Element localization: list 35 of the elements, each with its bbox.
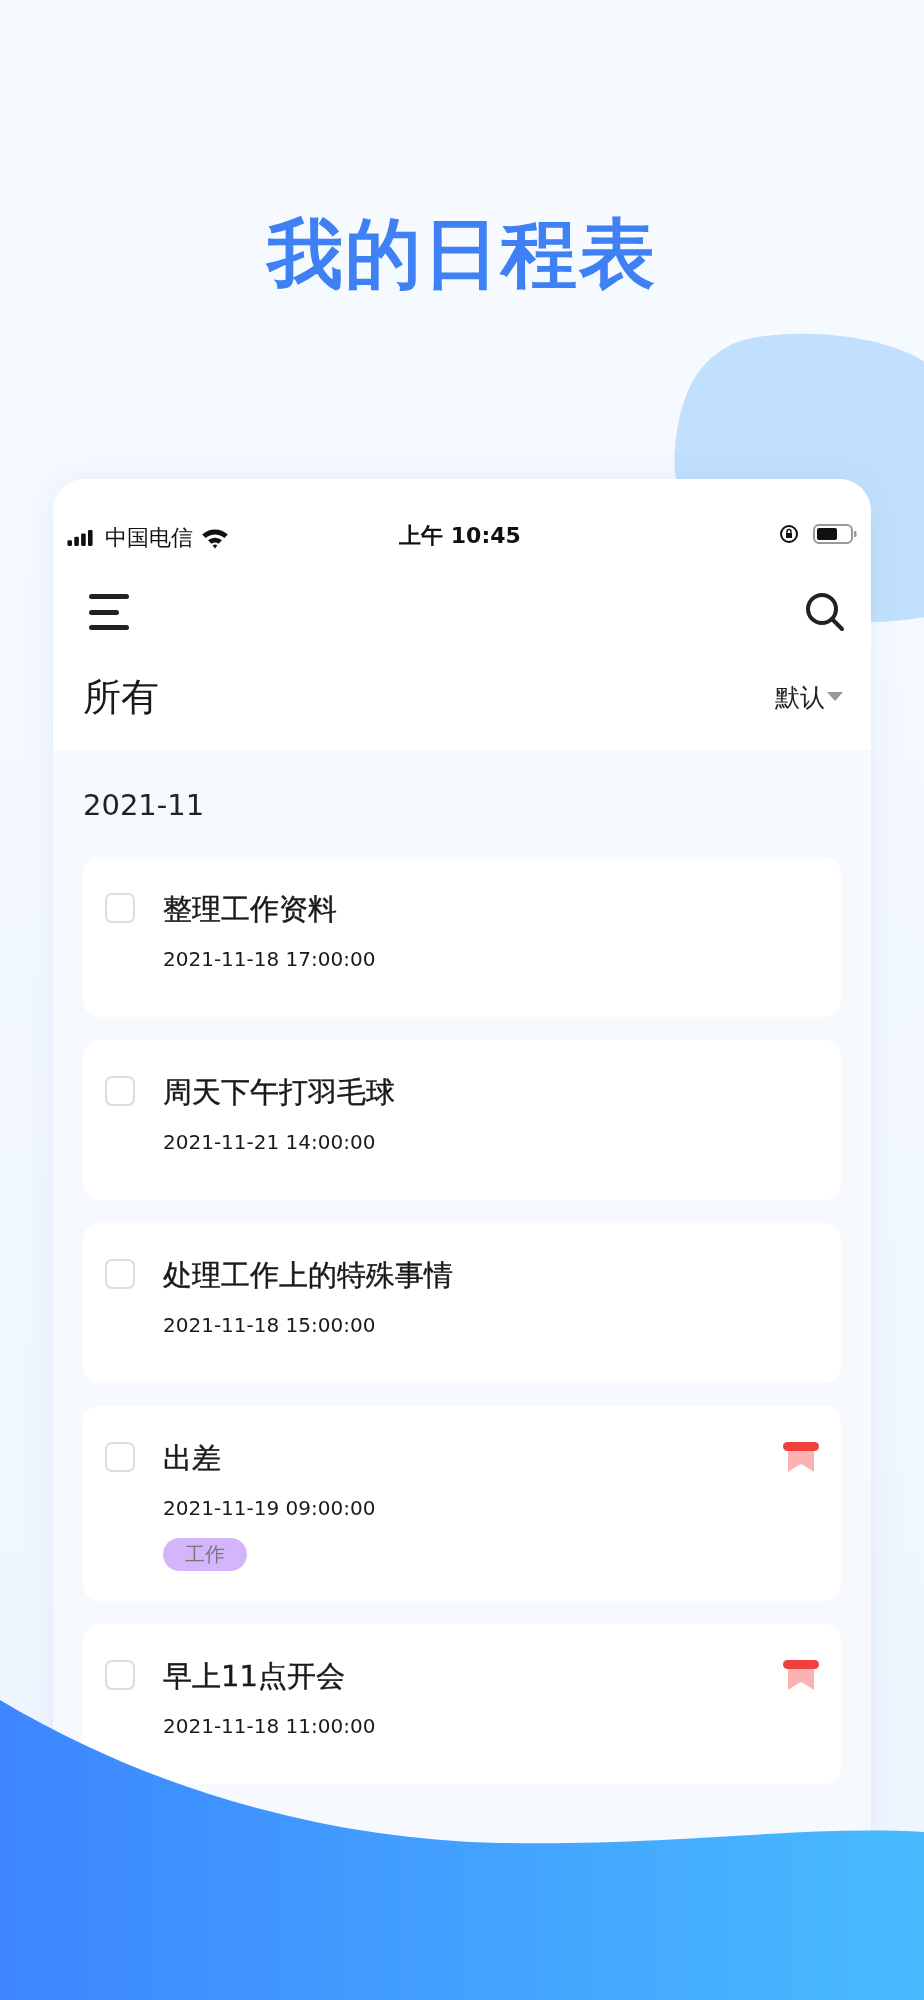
task-title: 处理工作上的特殊事情 [163, 1257, 454, 1293]
task-card[interactable]: 周天下午打羽毛球 2021-11-21 14:00:00 [83, 1040, 841, 1200]
month-heading: 2021-11 [83, 787, 206, 824]
bookmark-icon[interactable] [783, 1660, 819, 1692]
task-title: 早上11点开会 [163, 1658, 346, 1694]
task-title: 出差 [163, 1440, 222, 1476]
checkbox[interactable] [105, 893, 135, 923]
task-tag: 工作 [163, 1538, 247, 1571]
task-time: 2021-11-18 11:00:00 [163, 1714, 377, 1738]
list-title: 所有 [83, 673, 159, 721]
task-time: 2021-11-21 14:00:00 [163, 1130, 377, 1154]
task-time: 2021-11-19 09:00:00 [163, 1496, 377, 1520]
bookmark-icon[interactable] [783, 1442, 819, 1474]
task-card[interactable]: 整理工作资料 2021-11-18 17:00:00 [83, 857, 841, 1017]
headline: 我的日程表 [265, 208, 658, 300]
task-time: 2021-11-18 15:00:00 [163, 1313, 377, 1337]
carrier-name: 中国电信 [105, 524, 193, 552]
rotation-lock-icon [779, 524, 799, 544]
checkbox[interactable] [105, 1442, 135, 1472]
sort-dropdown[interactable]: 默认 [775, 680, 843, 714]
checkbox[interactable] [105, 1259, 135, 1289]
task-title: 整理工作资料 [163, 891, 338, 927]
status-time: 上午 10:45 [399, 523, 521, 549]
checkbox[interactable] [105, 1660, 135, 1690]
caret-icon [827, 692, 843, 702]
task-title: 周天下午打羽毛球 [163, 1074, 396, 1110]
task-card[interactable]: 处理工作上的特殊事情 2021-11-18 15:00:00 [83, 1223, 841, 1383]
checkbox[interactable] [105, 1076, 135, 1106]
wifi-icon [201, 527, 229, 549]
search-icon[interactable] [805, 591, 845, 632]
battery-icon [813, 523, 857, 545]
task-time: 2021-11-18 17:00:00 [163, 947, 377, 971]
task-card[interactable]: 出差 2021-11-19 09:00:00 工作 [83, 1406, 841, 1601]
task-card[interactable]: 早上11点开会 2021-11-18 11:00:00 [83, 1624, 841, 1784]
menu-icon[interactable] [89, 593, 131, 630]
